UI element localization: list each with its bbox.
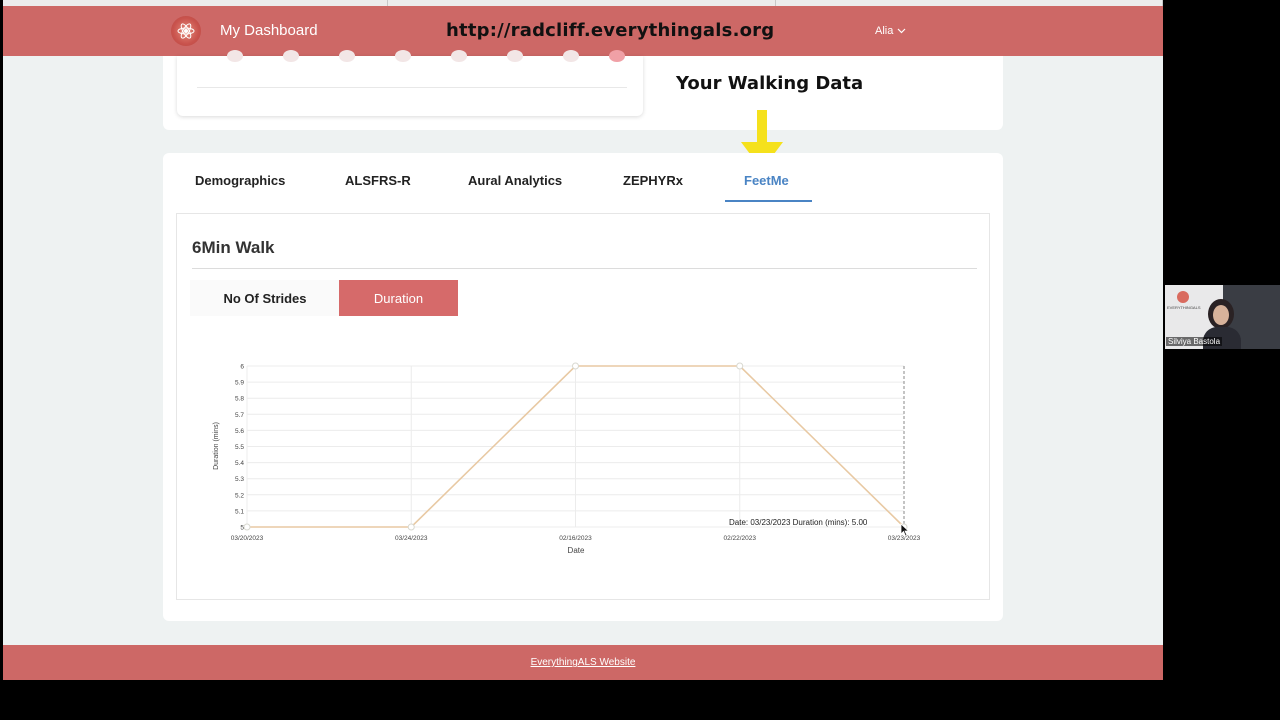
chart-point-marker (563, 50, 579, 62)
previous-chart-card (177, 50, 643, 116)
chart-point-marker (451, 50, 467, 62)
tab-alsfrs-r[interactable]: ALSFRS-R (345, 173, 411, 188)
tooltip-date: 03/23/2023 (750, 518, 791, 527)
chart-point-marker (609, 50, 625, 62)
tooltip-date-label: Date: (729, 518, 749, 527)
everythingals-website-link[interactable]: EverythingALS Website (3, 657, 1163, 668)
tab-demographics[interactable]: Demographics (195, 173, 285, 188)
divider (192, 268, 977, 269)
user-menu[interactable]: Alia (875, 25, 906, 37)
chart-point-marker (283, 50, 299, 62)
tab-feetme[interactable]: FeetMe (744, 173, 789, 188)
tab-aural-analytics[interactable]: Aural Analytics (468, 173, 562, 188)
divider (197, 87, 627, 88)
app-screen: My Dashboard http://radcliff.everythinga… (3, 0, 1163, 680)
mouse-cursor-icon (900, 523, 910, 537)
panel-title: 6Min Walk (192, 238, 275, 257)
org-logo-icon (1177, 291, 1189, 303)
app-title[interactable]: My Dashboard (220, 22, 318, 39)
duration-button[interactable]: Duration (339, 280, 458, 316)
participant-face (1213, 305, 1229, 325)
tab-zephyrx[interactable]: ZEPHYRx (623, 173, 683, 188)
chart-tooltip: Date: 03/23/2023 Duration (mins): 5.00 (729, 518, 867, 527)
user-name: Alia (875, 25, 894, 37)
walk-panel: 6Min Walk No Of Strides Duration (176, 213, 990, 600)
walking-data-caption: Your Walking Data (676, 73, 864, 94)
footer: EverythingALS Website (3, 645, 1163, 680)
chart-point-marker (339, 50, 355, 62)
summary-card: Your Walking Data (163, 50, 1003, 130)
chevron-down-icon (897, 28, 906, 34)
app-logo-icon[interactable] (171, 16, 201, 46)
tooltip-value-label: Duration (mins): (792, 518, 850, 527)
top-navbar: My Dashboard http://radcliff.everythinga… (3, 6, 1163, 56)
chart-point-marker (507, 50, 523, 62)
video-participant-tile[interactable]: EVERYTHINGALS Silviya Bastola (1165, 285, 1280, 349)
no-of-strides-button[interactable]: No Of Strides (190, 280, 340, 316)
chart-point-marker (395, 50, 411, 62)
tooltip-value: 5.00 (851, 518, 868, 527)
data-card: Demographics ALSFRS-R Aural Analytics ZE… (163, 153, 1003, 621)
participant-name: Silviya Bastola (1166, 337, 1223, 346)
chart-point-marker (227, 50, 243, 62)
active-tab-indicator (725, 200, 812, 202)
overlay-url-caption: http://radcliff.everythingals.org (446, 20, 775, 41)
org-logo-text: EVERYTHINGALS (1167, 305, 1201, 310)
